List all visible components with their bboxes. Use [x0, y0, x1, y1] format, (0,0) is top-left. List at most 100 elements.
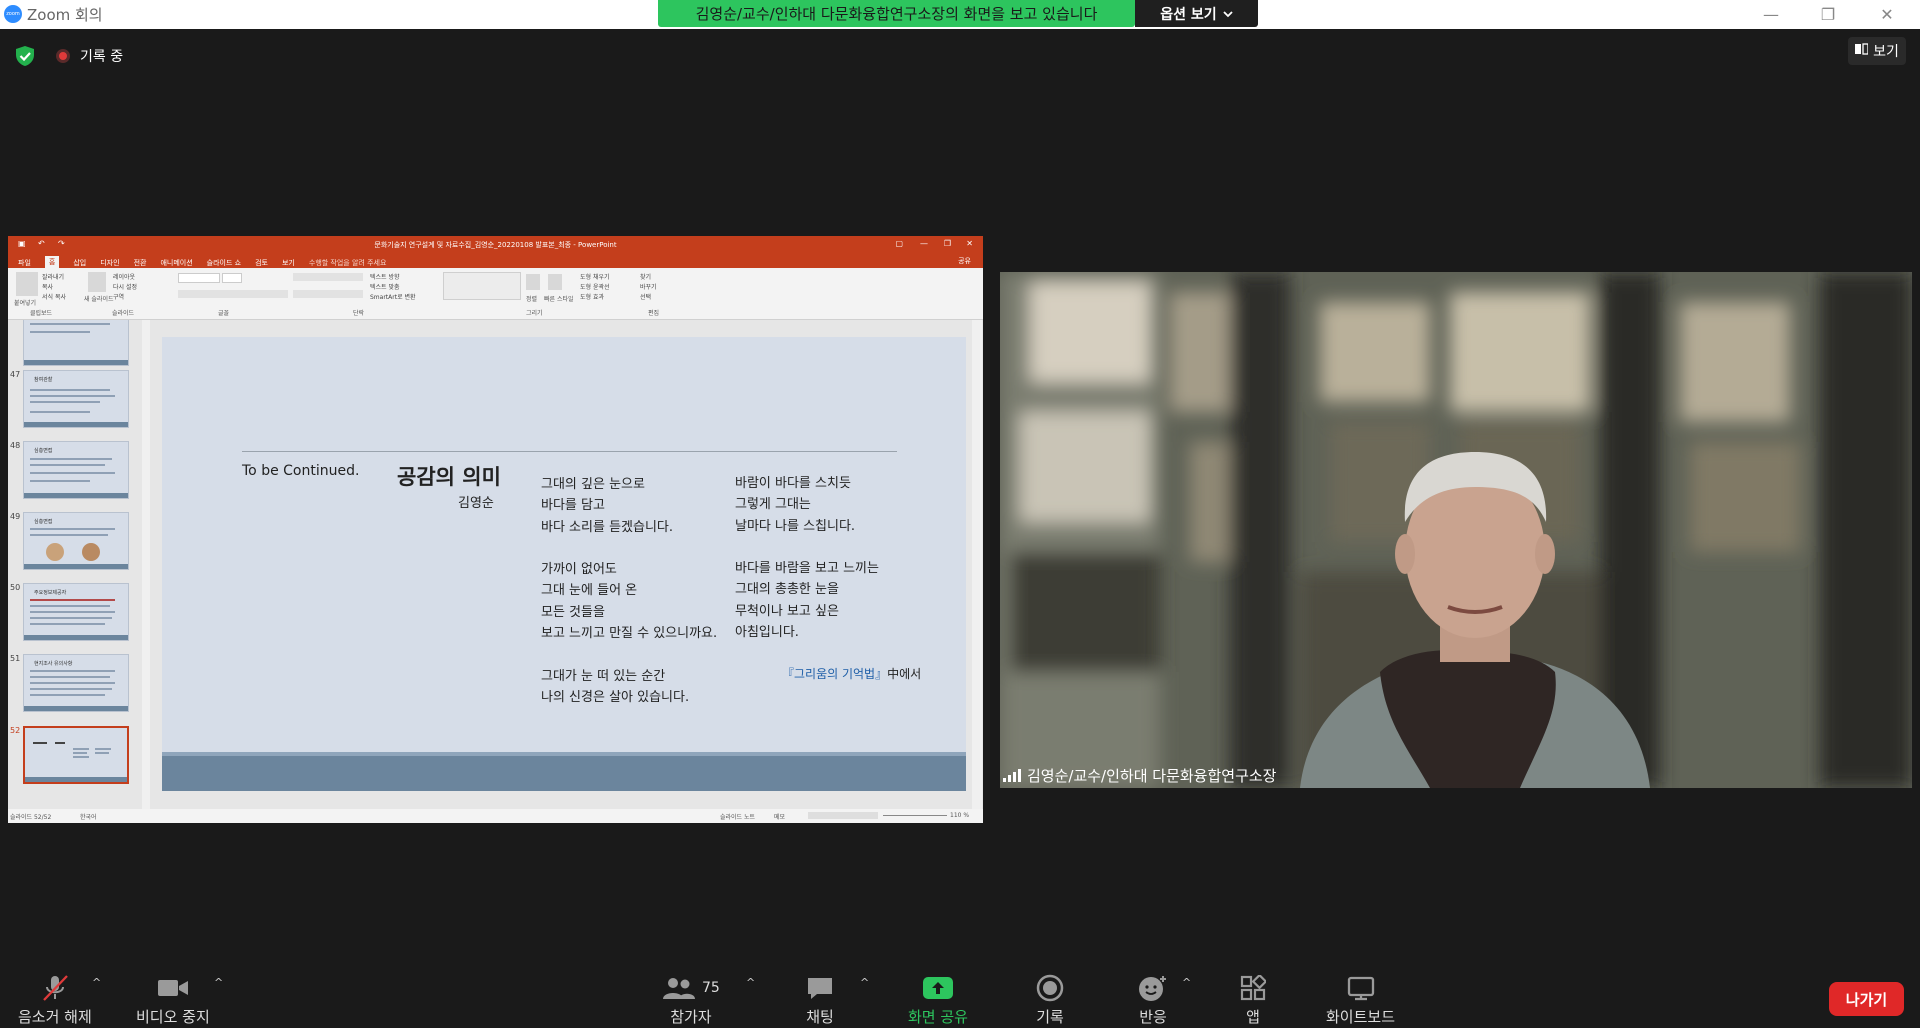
view-label: 보기	[1873, 44, 1899, 60]
thumbnails-scrollbar[interactable]	[142, 320, 150, 809]
ppt-tab-review[interactable]: 검토	[255, 258, 268, 268]
slide-thumbnail-selected[interactable]	[23, 726, 129, 784]
shape-outline-button[interactable]: 도형 윤곽선	[580, 282, 610, 291]
ppt-tab-slideshow[interactable]: 슬라이드 쇼	[207, 258, 241, 268]
restore-button[interactable]: ❐	[1808, 2, 1848, 26]
reaction-emoji-icon	[1137, 974, 1169, 1002]
font-size-select[interactable]	[222, 273, 242, 283]
recording-indicator[interactable]: 기록 중	[56, 46, 123, 66]
whiteboard-button[interactable]: 화이트보드	[1326, 974, 1395, 1027]
ppt-ribbon-options-icon[interactable]: ▢	[895, 239, 903, 248]
record-button[interactable]: 기록	[1036, 974, 1064, 1027]
view-options-label: 옵션 보기	[1160, 6, 1217, 23]
chat-button[interactable]: 채팅	[806, 974, 834, 1027]
slide-thumbnail[interactable]: 현지조사 유의사항	[23, 654, 129, 712]
language-indicator[interactable]: 한국어	[80, 812, 97, 821]
close-button[interactable]: ✕	[1867, 2, 1907, 26]
audio-options-caret-icon[interactable]: ^	[92, 976, 101, 989]
replace-button[interactable]: 바꾸기	[640, 282, 657, 291]
paragraph-list-buttons[interactable]	[293, 273, 363, 281]
title-bar: zoom Zoom 회의 김영순/교수/인하대 다문화융합연구소장의 화면을 보…	[0, 0, 1920, 29]
ppt-tab-animations[interactable]: 애니메이션	[160, 258, 192, 268]
minimize-button[interactable]: —	[1751, 2, 1791, 26]
ppt-tab-insert[interactable]: 삽입	[73, 258, 86, 268]
new-slide-icon[interactable]	[88, 272, 106, 292]
shapes-gallery[interactable]	[443, 272, 521, 300]
notes-button[interactable]: 슬라이드 노트	[720, 812, 755, 821]
cut-button[interactable]: 잘라내기	[42, 272, 64, 281]
format-painter-button[interactable]: 서식 복사	[42, 292, 66, 301]
ribbon-group-drawing: 그리기	[526, 310, 543, 317]
ppt-ribbon: 붙여넣기 잘라내기 복사 서식 복사 새 슬라이드 레이아웃 다시 설정 구역 …	[8, 268, 983, 320]
participants-label: 참가자	[670, 1008, 712, 1026]
quick-styles-icon[interactable]	[548, 274, 562, 290]
slide-number-current: 52	[10, 726, 21, 735]
ppt-tab-transitions[interactable]: 전환	[134, 258, 147, 268]
paste-icon[interactable]	[16, 272, 38, 296]
text-direction-button[interactable]: 텍스트 방향	[370, 272, 400, 281]
find-button[interactable]: 찾기	[640, 272, 651, 281]
unmute-button[interactable]: 음소거 해제	[18, 974, 92, 1027]
select-button[interactable]: 선택	[640, 292, 651, 301]
chevron-down-icon	[1223, 6, 1233, 22]
shape-effects-button[interactable]: 도형 효과	[580, 292, 604, 301]
ppt-tab-view[interactable]: 보기	[282, 258, 295, 268]
ppt-tab-home[interactable]: 홈	[44, 256, 60, 268]
participants-caret-icon[interactable]: ^	[746, 976, 755, 989]
slide-thumbnails: 47 참여관찰 48 심층면접 49 심층면접 50 주요정보제공자 51 현지…	[8, 320, 143, 809]
reactions-button[interactable]: 반응	[1137, 974, 1169, 1027]
security-shield-icon[interactable]	[14, 45, 36, 67]
stop-video-button[interactable]: 비디오 중지	[136, 974, 210, 1027]
slide-thumbnail[interactable]: 참여관찰	[23, 370, 129, 428]
ppt-tab-file[interactable]: 파일	[18, 258, 31, 268]
redo-icon[interactable]: ↷	[58, 239, 65, 248]
shape-fill-button[interactable]: 도형 채우기	[580, 272, 610, 281]
font-name-select[interactable]	[178, 273, 220, 283]
ppt-minimize-icon[interactable]: —	[920, 239, 928, 248]
save-icon[interactable]: ▣	[18, 239, 26, 248]
whiteboard-icon	[1346, 974, 1376, 1002]
slide-thumbnail-title: 참여관찰	[34, 377, 53, 383]
section-button[interactable]: 구역	[113, 292, 124, 301]
ribbon-group-clipboard: 클립보드	[30, 310, 53, 317]
share-screen-button[interactable]: 화면 공유	[908, 974, 968, 1027]
video-options-caret-icon[interactable]: ^	[214, 976, 223, 989]
apps-button[interactable]: 앱	[1240, 974, 1266, 1027]
view-button[interactable]: 보기	[1848, 37, 1906, 65]
slide-thumbnail[interactable]	[23, 320, 129, 366]
reactions-caret-icon[interactable]: ^	[1182, 976, 1191, 989]
reset-button[interactable]: 다시 설정	[113, 282, 137, 291]
undo-icon[interactable]: ↶	[38, 239, 45, 248]
chat-caret-icon[interactable]: ^	[860, 976, 869, 989]
ppt-tab-design[interactable]: 디자인	[100, 258, 119, 268]
copy-button[interactable]: 복사	[42, 282, 53, 291]
slide-canvas[interactable]: To be Continued. 공감의 의미 김영순 그대의 깊은 눈으로 바…	[162, 337, 966, 791]
slide-number: 47	[10, 370, 21, 379]
participants-button[interactable]: 75 참가자	[662, 974, 720, 1027]
ppt-close-icon[interactable]: ✕	[966, 239, 973, 248]
align-text-button[interactable]: 텍스트 맞춤	[370, 282, 400, 291]
zoom-slider[interactable]	[883, 815, 947, 816]
slide-scrollbar[interactable]	[972, 320, 982, 809]
leave-button[interactable]: 나가기	[1829, 982, 1904, 1016]
ppt-share-button[interactable]: 공유	[958, 256, 971, 266]
view-mode-buttons[interactable]	[808, 812, 878, 819]
to-be-continued-text: To be Continued.	[242, 463, 360, 479]
paragraph-align-buttons[interactable]	[293, 290, 363, 298]
comments-button[interactable]: 메모	[774, 812, 785, 821]
participant-video[interactable]	[1000, 272, 1912, 788]
arrange-icon[interactable]	[526, 274, 540, 290]
smartart-button[interactable]: SmartArt로 변환	[370, 292, 416, 301]
ppt-restore-icon[interactable]: ❐	[944, 239, 951, 248]
ppt-window-title: 문화기술지 연구설계 및 자료수집_김영순_20220108 발표본_최종 - …	[374, 241, 617, 249]
view-options-button[interactable]: 옵션 보기	[1135, 0, 1258, 27]
slide-thumbnail[interactable]: 심층면접	[23, 441, 129, 499]
zoom-logo-icon: zoom	[4, 5, 22, 23]
slide-thumbnail[interactable]: 심층면접	[23, 512, 129, 570]
ppt-tell-me[interactable]: 수행할 작업을 알려 주세요	[309, 258, 387, 268]
layout-button[interactable]: 레이아웃	[113, 272, 135, 281]
chat-label: 채팅	[806, 1008, 834, 1026]
zoom-level[interactable]: 110 %	[950, 812, 969, 819]
slide-thumbnail[interactable]: 주요정보제공자	[23, 583, 129, 641]
font-format-buttons[interactable]	[178, 290, 288, 298]
